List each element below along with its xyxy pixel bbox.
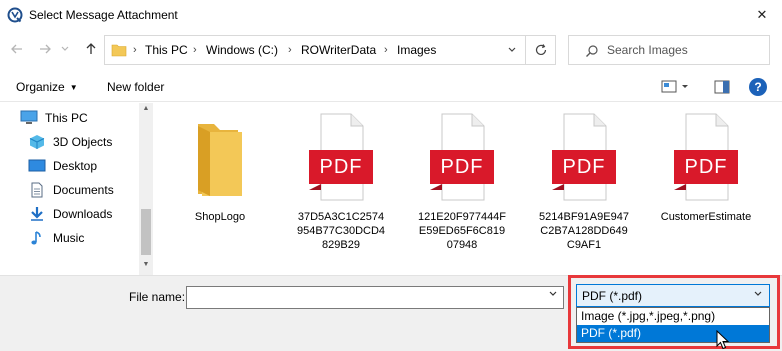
breadcrumb-separator: › — [384, 44, 388, 56]
chevron-down-icon — [753, 289, 763, 302]
desktop-icon — [28, 158, 46, 174]
up-button[interactable] — [80, 38, 102, 60]
file-type-select[interactable]: PDF (*.pdf) — [576, 284, 770, 307]
breadcrumb-separator: › — [133, 44, 137, 56]
breadcrumb-separator: › — [193, 44, 197, 56]
chevron-down-icon — [61, 46, 69, 51]
pdf-file-icon: PDF — [301, 110, 381, 202]
file-name: CustomerEstimate — [660, 211, 752, 223]
back-button[interactable] — [6, 38, 28, 60]
sidebar-item-label: Documents — [53, 183, 114, 197]
documents-icon — [28, 182, 46, 198]
navigation-scrollbar[interactable]: ▲ ▼ — [139, 103, 153, 275]
file-item-pdf[interactable]: PDF 121E20F977444FE59ED65F6C81907948 — [416, 110, 508, 252]
breadcrumb-windows-c[interactable]: Windows (C:) — [206, 43, 278, 57]
pdf-badge-label: PDF — [684, 156, 728, 178]
navigation-pane: This PC 3D Objects Desktop Documents Dow… — [0, 103, 152, 275]
sidebar-item-label: Downloads — [53, 207, 113, 221]
file-name-label: File name: — [129, 290, 186, 304]
file-type-option-pdf[interactable]: PDF (*.pdf) — [577, 325, 769, 342]
file-name: 5214BF91A9E947C2B7A128DD649C9AF1 — [539, 211, 629, 251]
pdf-badge-label: PDF — [440, 156, 484, 178]
file-type-option-image[interactable]: Image (*.jpg,*.jpeg,*.png) — [577, 308, 769, 325]
sidebar-item-documents[interactable]: Documents — [28, 179, 114, 201]
scrollbar-thumb[interactable] — [141, 209, 151, 255]
file-name: ShopLogo — [194, 211, 246, 223]
file-item-pdf[interactable]: PDF 5214BF91A9E947C2B7A128DD649C9AF1 — [538, 110, 630, 252]
sidebar-item-label: Desktop — [53, 159, 98, 173]
organize-label: Organize — [16, 80, 65, 94]
sidebar-item-desktop[interactable]: Desktop — [28, 155, 97, 177]
organize-button[interactable]: Organize ▼ — [16, 80, 78, 94]
forward-button[interactable] — [34, 38, 56, 60]
back-arrow-icon — [11, 44, 22, 54]
close-icon: ✕ — [756, 7, 768, 22]
download-arrow-icon — [28, 206, 46, 222]
pdf-file-icon: PDF — [422, 110, 502, 202]
file-name: 121E20F977444FE59ED65F6C81907948 — [417, 211, 507, 251]
pdf-badge-label: PDF — [562, 156, 606, 178]
search-box[interactable] — [568, 35, 770, 65]
caret-down-icon: ▼ — [69, 83, 78, 92]
scroll-down-arrow-icon[interactable]: ▼ — [139, 261, 153, 273]
file-item-pdf[interactable]: PDF 37D5A3C1C2574954B77C30DCD4829B29 — [295, 110, 387, 252]
music-note-icon — [28, 230, 46, 246]
sidebar-item-downloads[interactable]: Downloads — [28, 203, 112, 225]
sidebar-item-3d-objects[interactable]: 3D Objects — [28, 131, 112, 153]
view-options-icon — [661, 80, 688, 93]
breadcrumb-rowriterdata[interactable]: ROWriterData — [301, 43, 376, 57]
pdf-file-icon: PDF — [544, 110, 624, 202]
title-bar: Select Message Attachment ✕ — [0, 0, 782, 30]
app-logo-icon — [7, 7, 23, 23]
pdf-file-icon: PDF — [666, 110, 746, 202]
change-view-button[interactable] — [660, 78, 696, 96]
refresh-button[interactable] — [525, 36, 555, 64]
scroll-up-arrow-icon[interactable]: ▲ — [139, 105, 153, 117]
folder-icon — [180, 110, 260, 202]
folder-icon — [111, 44, 127, 57]
close-button[interactable]: ✕ — [742, 0, 782, 30]
file-name-combo[interactable] — [186, 286, 564, 309]
refresh-icon — [535, 44, 546, 56]
sidebar-item-this-pc[interactable]: This PC — [20, 107, 88, 129]
computer-icon — [20, 110, 38, 126]
address-row: › This PC › Windows (C:) › ROWriterData … — [0, 32, 782, 68]
search-input[interactable] — [607, 41, 767, 59]
new-folder-button[interactable]: New folder — [107, 80, 164, 94]
help-button[interactable]: ? — [749, 78, 767, 96]
file-name: 37D5A3C1C2574954B77C30DCD4829B29 — [296, 211, 386, 251]
chevron-down-icon[interactable] — [544, 289, 562, 306]
breadcrumb-this-pc[interactable]: This PC — [145, 43, 188, 57]
file-type-selected-value: PDF (*.pdf) — [582, 289, 643, 303]
sidebar-item-label: 3D Objects — [53, 135, 113, 149]
command-bar: Organize ▼ New folder ? — [0, 72, 782, 102]
search-icon — [586, 45, 598, 57]
sidebar-item-label: Music — [53, 231, 85, 245]
preview-pane-button[interactable] — [713, 78, 731, 96]
cube-icon — [28, 134, 46, 150]
sidebar-item-music[interactable]: Music — [28, 227, 84, 249]
preview-pane-icon — [714, 80, 730, 94]
file-name-input[interactable] — [189, 289, 539, 306]
pdf-badge-label: PDF — [319, 156, 363, 178]
window-title: Select Message Attachment — [29, 8, 178, 22]
file-item-shoplogo[interactable]: ShopLogo — [174, 110, 266, 224]
file-item-pdf[interactable]: PDF CustomerEstimate — [660, 110, 752, 224]
breadcrumb-separator: › — [288, 44, 292, 56]
recent-locations-button[interactable] — [58, 38, 72, 60]
address-dropdown-button[interactable] — [500, 36, 524, 64]
mouse-pointer-icon — [716, 330, 730, 350]
breadcrumb-images[interactable]: Images — [397, 43, 436, 57]
chevron-down-icon — [508, 47, 516, 52]
sidebar-item-label: This PC — [45, 111, 88, 125]
address-bar[interactable]: › This PC › Windows (C:) › ROWriterData … — [104, 35, 556, 65]
up-arrow-icon — [86, 43, 96, 54]
file-type-dropdown-list: Image (*.jpg,*.jpeg,*.png) PDF (*.pdf) — [576, 307, 770, 343]
forward-arrow-icon — [40, 44, 51, 54]
